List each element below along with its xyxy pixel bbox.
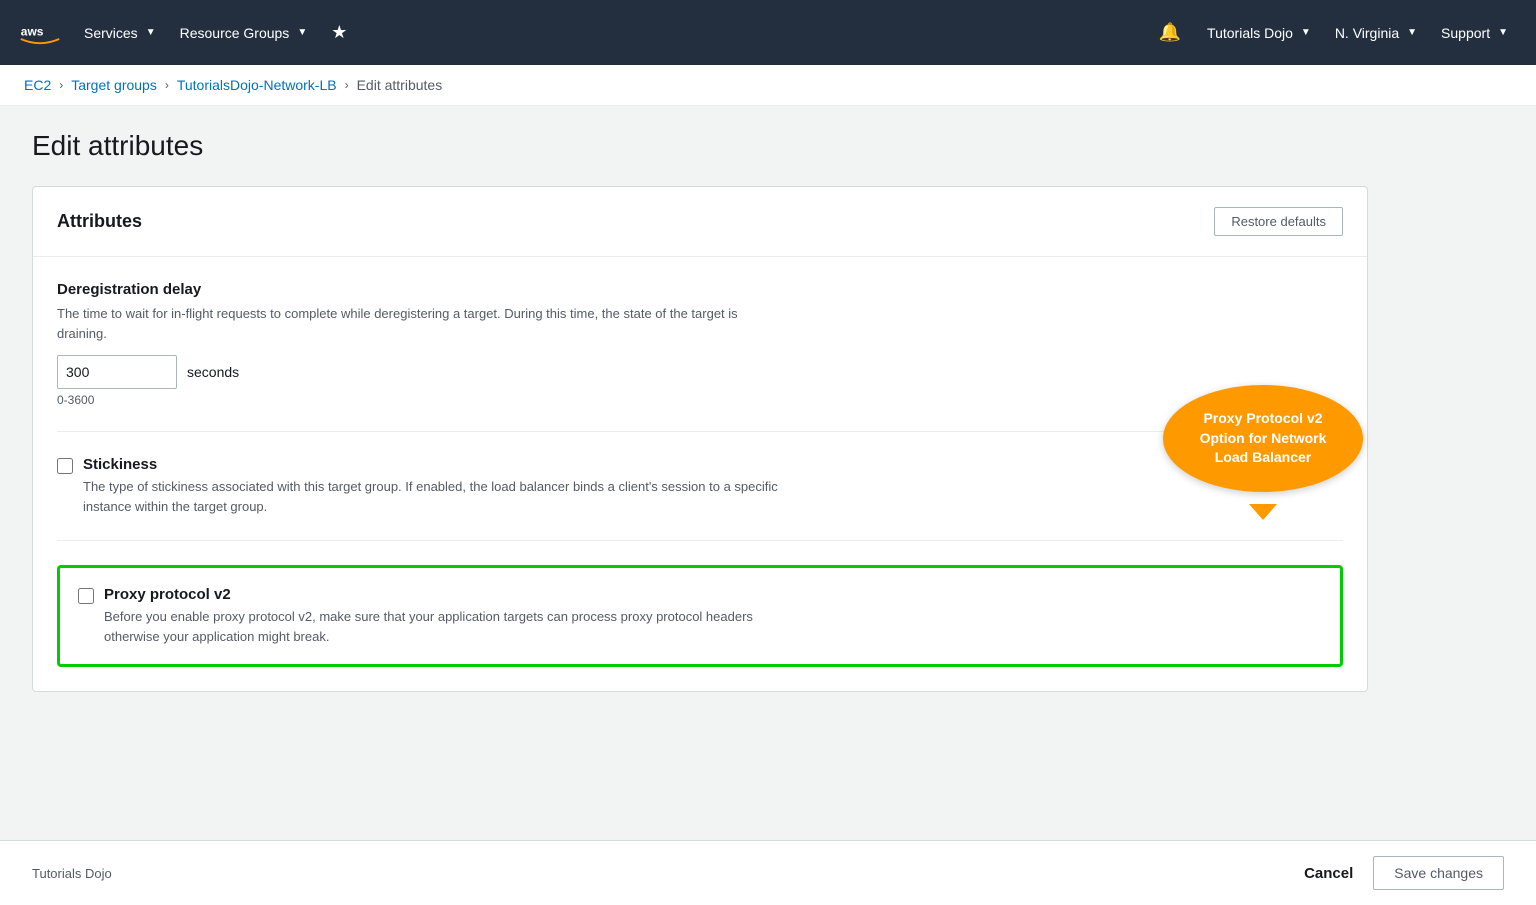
proxy-protocol-checkbox[interactable] bbox=[78, 588, 94, 604]
services-chevron-icon: ▼ bbox=[146, 27, 156, 38]
support-menu[interactable]: Support ▼ bbox=[1429, 0, 1520, 65]
breadcrumb-current: Edit attributes bbox=[357, 77, 443, 93]
nav-right-section: 🔔 Tutorials Dojo ▼ N. Virginia ▼ Support… bbox=[1145, 0, 1520, 65]
cancel-button[interactable]: Cancel bbox=[1304, 865, 1353, 882]
breadcrumb: EC2 › Target groups › TutorialsDojo-Netw… bbox=[0, 65, 1536, 106]
proxy-protocol-label-wrap: Proxy protocol v2 Before you enable prox… bbox=[104, 586, 804, 646]
favorites-button[interactable]: ★ bbox=[319, 0, 359, 65]
footer-actions: Cancel Save changes bbox=[1304, 856, 1504, 890]
notifications-button[interactable]: 🔔 bbox=[1145, 0, 1195, 65]
stickiness-label-wrap: Stickiness The type of stickiness associ… bbox=[83, 456, 783, 516]
deregistration-input-row: seconds bbox=[57, 355, 1343, 389]
deregistration-input[interactable] bbox=[57, 355, 177, 389]
page-footer: Tutorials Dojo Cancel Save changes bbox=[0, 840, 1536, 905]
stickiness-title: Stickiness bbox=[83, 456, 783, 473]
breadcrumb-sep-2: › bbox=[165, 78, 169, 92]
stickiness-desc: The type of stickiness associated with t… bbox=[83, 477, 783, 516]
page-title: Edit attributes bbox=[32, 130, 1368, 162]
stickiness-section: Stickiness The type of stickiness associ… bbox=[57, 456, 1343, 541]
bell-icon: 🔔 bbox=[1159, 22, 1181, 43]
card-header: Attributes Restore defaults bbox=[33, 187, 1367, 257]
restore-defaults-button[interactable]: Restore defaults bbox=[1214, 207, 1343, 236]
top-navigation: aws Services ▼ Resource Groups ▼ ★ 🔔 Tut… bbox=[0, 0, 1536, 65]
services-menu[interactable]: Services ▼ bbox=[72, 0, 168, 65]
card-body: Deregistration delay The time to wait fo… bbox=[33, 257, 1367, 691]
deregistration-unit: seconds bbox=[187, 364, 239, 380]
proxy-protocol-section: Proxy protocol v2 Before you enable prox… bbox=[57, 565, 1343, 667]
account-menu[interactable]: Tutorials Dojo ▼ bbox=[1195, 0, 1323, 65]
breadcrumb-sep-3: › bbox=[345, 78, 349, 92]
stickiness-checkbox[interactable] bbox=[57, 458, 73, 474]
proxy-protocol-row: Proxy protocol v2 Before you enable prox… bbox=[78, 586, 1322, 646]
main-content: Edit attributes Attributes Restore defau… bbox=[0, 106, 1400, 716]
deregistration-desc: The time to wait for in-flight requests … bbox=[57, 304, 757, 343]
deregistration-section: Deregistration delay The time to wait fo… bbox=[57, 281, 1343, 432]
resource-groups-menu[interactable]: Resource Groups ▼ bbox=[168, 0, 320, 65]
card-title: Attributes bbox=[57, 211, 142, 232]
stickiness-row: Stickiness The type of stickiness associ… bbox=[57, 456, 1343, 516]
region-chevron-icon: ▼ bbox=[1407, 27, 1417, 38]
support-chevron-icon: ▼ bbox=[1498, 27, 1508, 38]
proxy-protocol-wrapper: Proxy Protocol v2 Option for Network Loa… bbox=[57, 565, 1343, 667]
proxy-protocol-title: Proxy protocol v2 bbox=[104, 586, 804, 603]
proxy-protocol-desc: Before you enable proxy protocol v2, mak… bbox=[104, 607, 804, 646]
save-changes-button[interactable]: Save changes bbox=[1373, 856, 1504, 890]
star-icon: ★ bbox=[331, 22, 347, 43]
footer-brand: Tutorials Dojo bbox=[32, 866, 112, 881]
region-menu[interactable]: N. Virginia ▼ bbox=[1323, 0, 1429, 65]
aws-logo[interactable]: aws bbox=[16, 17, 64, 49]
attributes-card: Attributes Restore defaults Deregistrati… bbox=[32, 186, 1368, 692]
account-chevron-icon: ▼ bbox=[1301, 27, 1311, 38]
deregistration-title: Deregistration delay bbox=[57, 281, 1343, 298]
svg-text:aws: aws bbox=[21, 24, 44, 38]
breadcrumb-target-groups[interactable]: Target groups bbox=[71, 77, 157, 93]
resource-groups-chevron-icon: ▼ bbox=[297, 27, 307, 38]
speech-bubble: Proxy Protocol v2 Option for Network Loa… bbox=[1163, 385, 1363, 492]
deregistration-hint: 0-3600 bbox=[57, 393, 1343, 407]
breadcrumb-lb-name[interactable]: TutorialsDojo-Network-LB bbox=[177, 77, 337, 93]
breadcrumb-sep-1: › bbox=[59, 78, 63, 92]
breadcrumb-ec2[interactable]: EC2 bbox=[24, 77, 51, 93]
